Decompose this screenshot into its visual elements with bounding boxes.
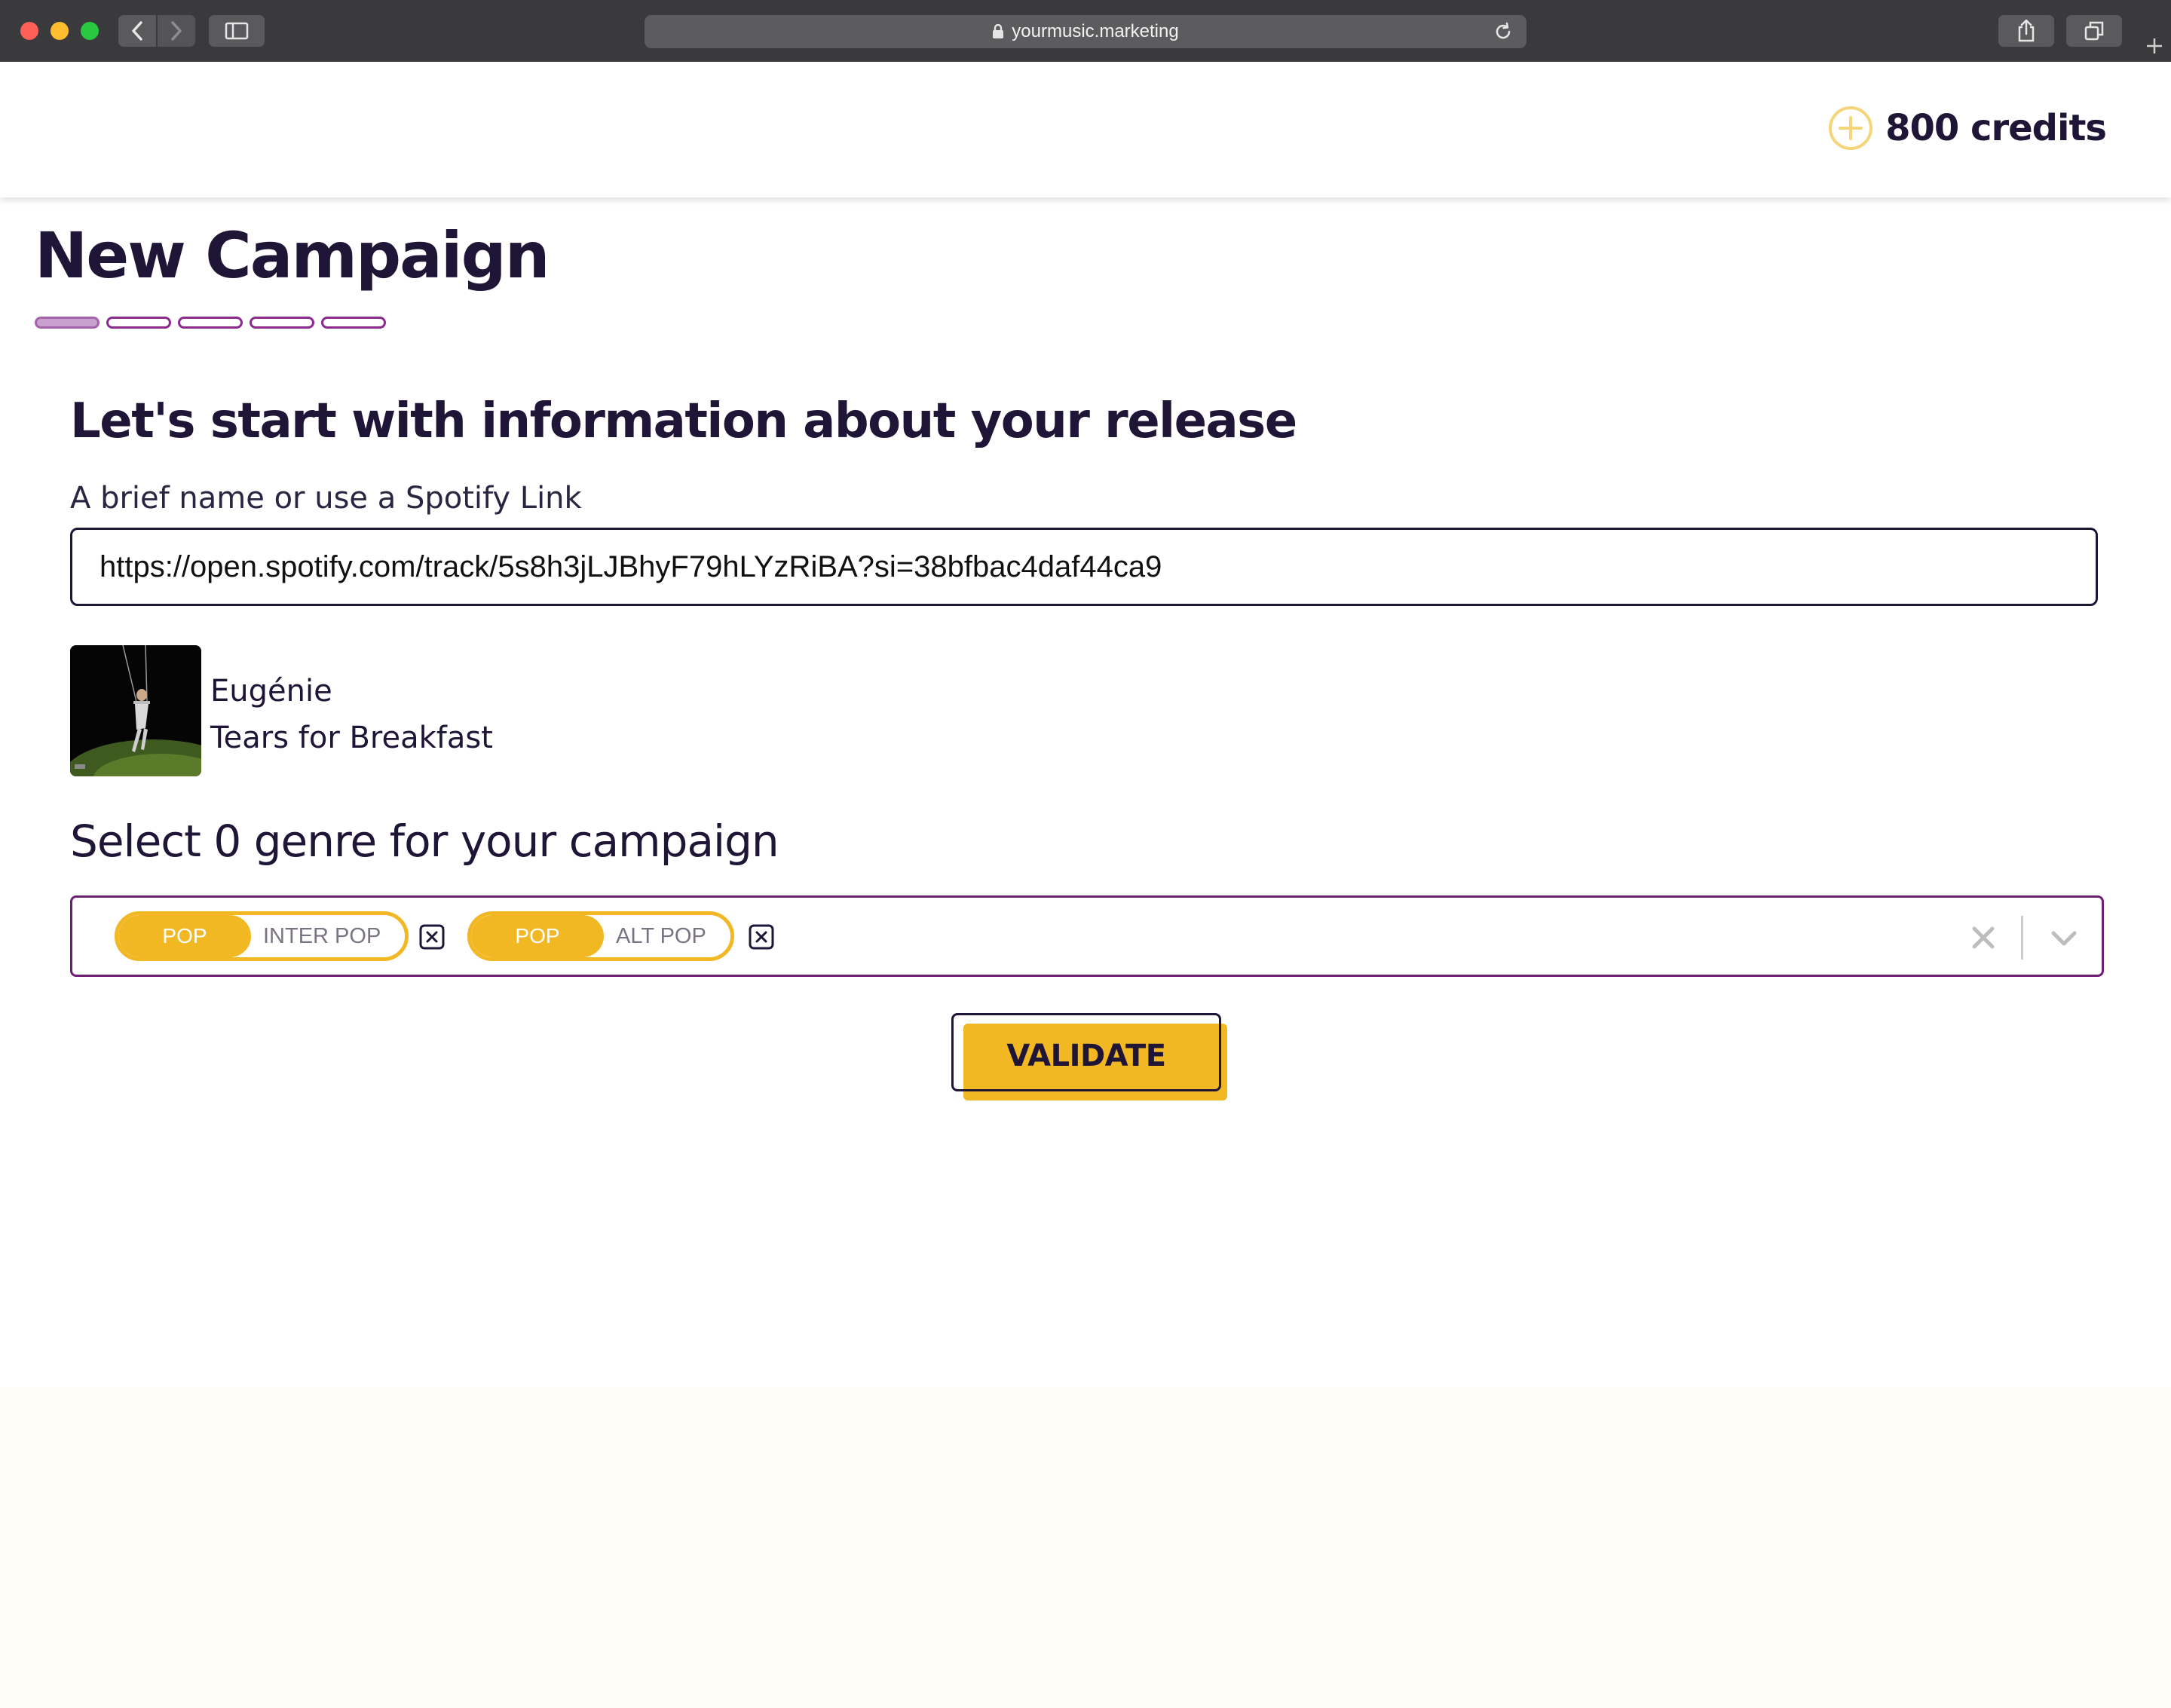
remove-genre-button[interactable] xyxy=(749,924,774,950)
app-header: 800 credits xyxy=(0,62,2171,197)
sidebar-toggle-button[interactable] xyxy=(209,15,265,47)
close-window-button[interactable] xyxy=(20,22,38,40)
release-link-input[interactable] xyxy=(70,528,2098,606)
step-1-indicator xyxy=(35,317,100,329)
share-icon xyxy=(2018,20,2035,42)
page-title: New Campaign xyxy=(35,219,550,292)
close-box-icon xyxy=(419,924,445,950)
step-4-indicator xyxy=(250,317,314,329)
genre-dropdown-toggle[interactable] xyxy=(2049,923,2079,953)
remove-genre-button[interactable] xyxy=(419,924,445,950)
minimize-window-button[interactable] xyxy=(51,22,69,40)
genre-chip[interactable]: POP INTER POP xyxy=(115,911,409,961)
share-button[interactable] xyxy=(1998,15,2054,47)
credits-amount: 800 credits xyxy=(1885,107,2107,149)
genre-label: Select 0 genre for your campaign xyxy=(70,816,779,867)
address-bar[interactable]: yourmusic.marketing xyxy=(645,15,1526,48)
release-field-label: A brief name or use a Spotify Link xyxy=(70,481,582,516)
chevron-down-icon xyxy=(2051,931,2077,946)
album-cover xyxy=(70,645,201,776)
back-button[interactable] xyxy=(118,15,156,47)
step-3-indicator xyxy=(178,317,243,329)
close-box-icon xyxy=(749,924,774,950)
add-credits-icon[interactable] xyxy=(1828,106,1873,151)
genre-chip-sub: INTER POP xyxy=(263,923,381,948)
track-artist: Eugénie xyxy=(210,674,332,709)
genre-chip[interactable]: POP ALT POP xyxy=(467,911,734,961)
plus-icon xyxy=(2147,38,2162,54)
tabs-icon xyxy=(2084,21,2104,41)
track-preview: Eugénie Tears for Breakfast xyxy=(70,645,493,776)
genre-chip-parent: POP xyxy=(471,915,604,957)
validate-button-wrap: VALIDATE xyxy=(951,1013,1229,1102)
browser-toolbar: yourmusic.marketing xyxy=(0,0,2171,63)
close-icon xyxy=(1972,926,1995,949)
track-title: Tears for Breakfast xyxy=(210,721,493,755)
maximize-window-button[interactable] xyxy=(81,22,99,40)
tab-overview-button[interactable] xyxy=(2066,15,2122,47)
genre-multiselect[interactable]: POP INTER POP POP ALT POP xyxy=(70,895,2104,977)
album-art-image xyxy=(70,645,201,776)
validate-button[interactable]: VALIDATE xyxy=(951,1013,1221,1091)
genre-chip-sub: ALT POP xyxy=(616,923,706,948)
address-text: yourmusic.marketing xyxy=(1012,21,1179,41)
progress-steps xyxy=(35,317,393,329)
forward-button[interactable] xyxy=(158,15,195,47)
section-heading: Let's start with information about your … xyxy=(70,393,1297,449)
lock-icon xyxy=(993,24,1004,38)
chevron-left-icon xyxy=(132,21,142,41)
step-2-indicator xyxy=(106,317,171,329)
track-meta: Eugénie Tears for Breakfast xyxy=(210,645,493,776)
step-5-indicator xyxy=(321,317,386,329)
genre-chip-parent: POP xyxy=(118,915,251,957)
new-tab-button[interactable] xyxy=(2138,30,2171,62)
validate-button-label: VALIDATE xyxy=(964,1026,1208,1086)
sidebar-icon xyxy=(225,22,249,40)
chevron-right-icon xyxy=(171,21,182,41)
credits-display[interactable]: 800 credits xyxy=(1828,106,2107,151)
clear-all-genres-button[interactable] xyxy=(1968,923,1998,953)
indicator-separator xyxy=(2021,916,2023,960)
page-footer-area xyxy=(0,1387,2171,1708)
reload-icon[interactable] xyxy=(1493,22,1513,41)
